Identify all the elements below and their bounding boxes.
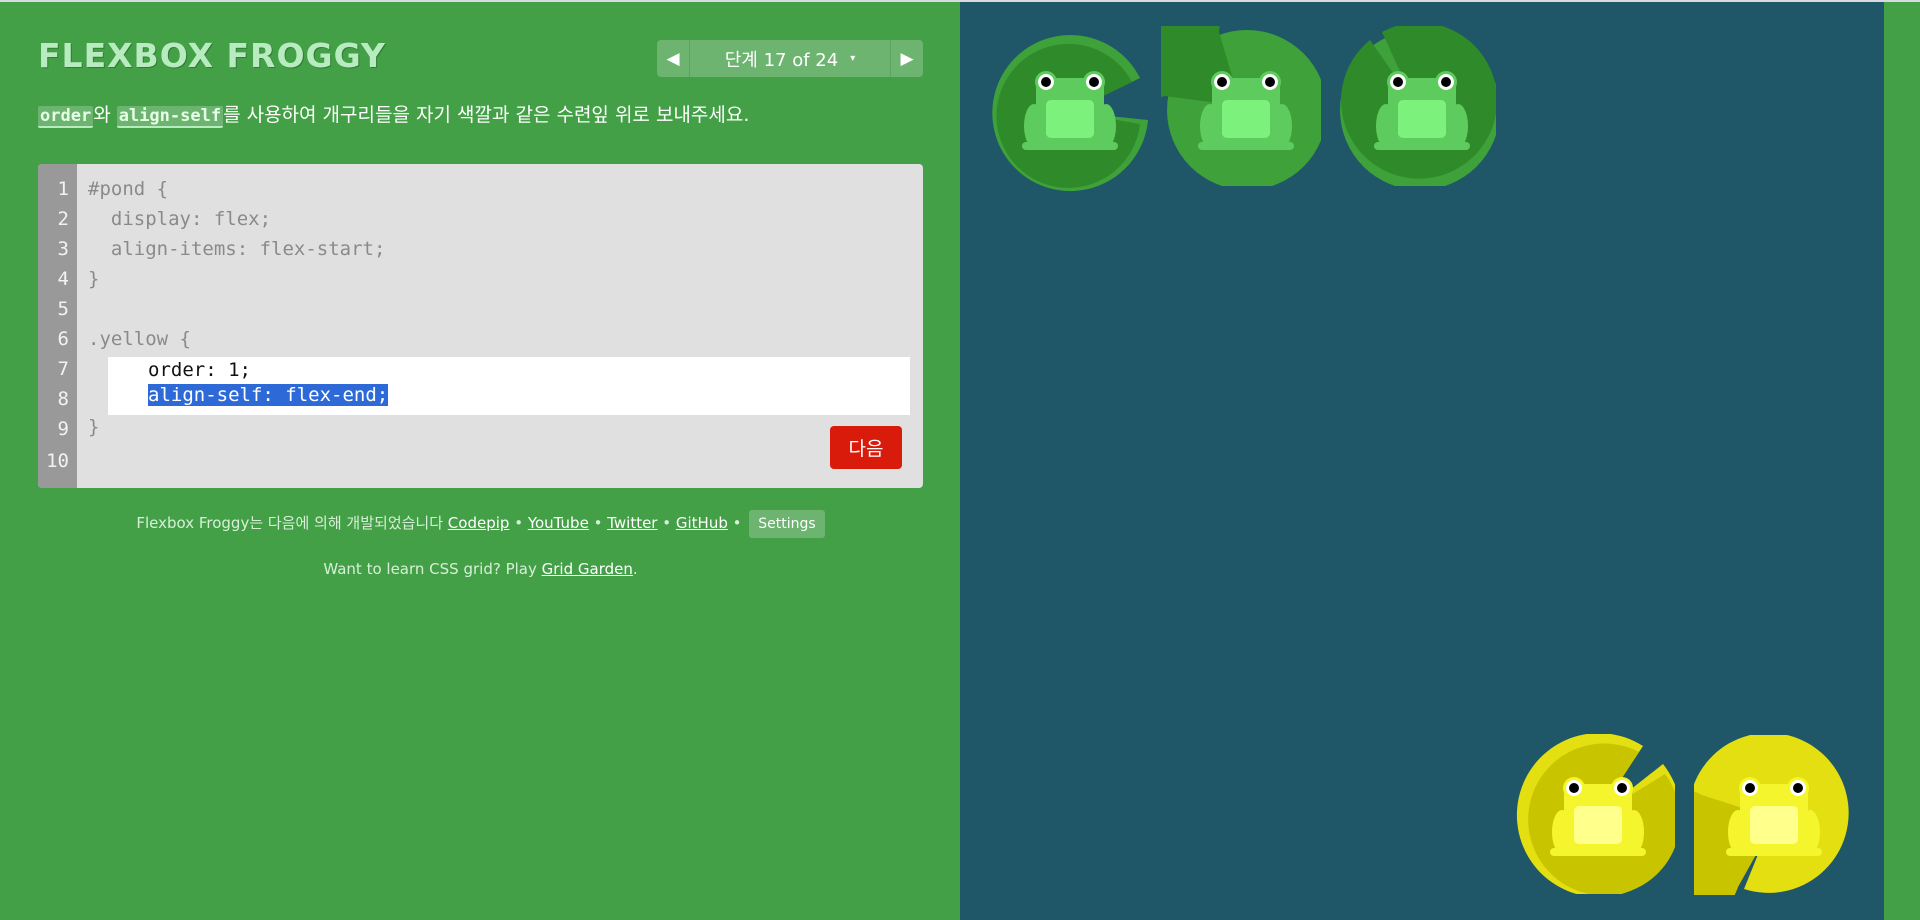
next-button[interactable]: 다음 [830, 426, 902, 469]
settings-button[interactable]: Settings [749, 510, 825, 538]
code-editor: 1 2 3 4 5 6 7 8 9 10 #pond { display: fl… [38, 164, 923, 488]
pond [960, 2, 1884, 920]
next-level-button[interactable]: ▶ [890, 40, 923, 77]
line-number: 10 [46, 450, 69, 472]
line-number: 3 [57, 238, 69, 260]
grid-garden-link[interactable]: Grid Garden [542, 560, 633, 578]
twitter-link[interactable]: Twitter [607, 514, 657, 532]
caret-down-icon: ▾ [850, 53, 856, 64]
app-logo: FLEXBOX FROGGY [38, 36, 386, 75]
frog-icon [1550, 777, 1646, 856]
line-number: 6 [57, 328, 69, 350]
answer-line-order: order: 1; [148, 359, 251, 381]
code-line: display: flex; [88, 208, 272, 230]
line-number: 1 [57, 178, 69, 200]
instructions: order 와 align-self 를 사용하여 개구리들을 자기 색깔과 같은 … [38, 100, 938, 131]
code-line: #pond { [88, 178, 169, 200]
triangle-left-icon: ◀ [666, 48, 680, 69]
sidebar: FLEXBOX FROGGY ◀ 단계 17 of 24 ▾ ▶ order 와 … [0, 0, 960, 920]
separator: • [588, 514, 608, 532]
frog-icon [1198, 71, 1294, 150]
selected-text: align-self: flex-end; [148, 384, 389, 406]
frog-yellow [1538, 756, 1658, 876]
code-line: .yellow { [88, 328, 191, 350]
line-number: 7 [57, 358, 69, 380]
frog-yellow [1714, 756, 1834, 876]
answer-input[interactable]: order: 1; align-self: flex-end; [108, 357, 910, 415]
answer-line-align-self: align-self: flex-end; [148, 384, 389, 406]
codepip-link[interactable]: Codepip [448, 514, 510, 532]
keyword-order[interactable]: order [38, 106, 94, 128]
line-number: 5 [57, 298, 69, 320]
code-line-closing-brace: } [88, 416, 100, 438]
separator: • [657, 514, 676, 532]
triangle-right-icon: ▶ [900, 48, 914, 69]
line-number: 8 [57, 388, 69, 410]
line-number: 2 [57, 208, 69, 230]
promo-text: Want to learn CSS grid? Play [323, 560, 542, 578]
code-line: align-items: flex-start; [88, 238, 386, 260]
prev-level-button[interactable]: ◀ [657, 40, 690, 77]
separator: • [509, 514, 528, 532]
level-indicator-text: 단계 17 of 24 [724, 49, 839, 71]
keyword-align-self[interactable]: align-self [116, 106, 224, 128]
credits: Flexbox Froggy는 다음에 의해 개발되었습니다 Codepip •… [38, 510, 923, 538]
frog-green [1362, 50, 1482, 170]
frog-green [1010, 50, 1130, 170]
separator: • [727, 514, 747, 532]
credits-prefix: Flexbox Froggy는 다음에 의해 개발되었습니다 [136, 514, 448, 532]
line-number: 4 [57, 268, 69, 290]
promo-end: . [632, 560, 638, 578]
frog-icon [1022, 71, 1118, 150]
pond-edge [1884, 2, 1920, 920]
youtube-link[interactable]: YouTube [528, 514, 589, 532]
level-selector[interactable]: 단계 17 of 24 ▾ [690, 40, 890, 77]
frog-icon [1726, 777, 1822, 856]
instruction-text-2: 를 사용하여 개구리들을 자기 색깔과 같은 수련잎 위로 보내주세요. [223, 104, 750, 126]
line-number-gutter: 1 2 3 4 5 6 7 8 9 10 [38, 164, 77, 488]
line-number: 9 [57, 418, 69, 440]
frog-icon [1374, 71, 1470, 150]
github-link[interactable]: GitHub [676, 514, 728, 532]
frog-green [1186, 50, 1306, 170]
level-navigation: ◀ 단계 17 of 24 ▾ ▶ [657, 40, 923, 77]
code-line: } [88, 268, 100, 290]
instruction-text-1: 와 [93, 104, 117, 126]
grid-garden-promo: Want to learn CSS grid? Play Grid Garden… [38, 560, 923, 578]
